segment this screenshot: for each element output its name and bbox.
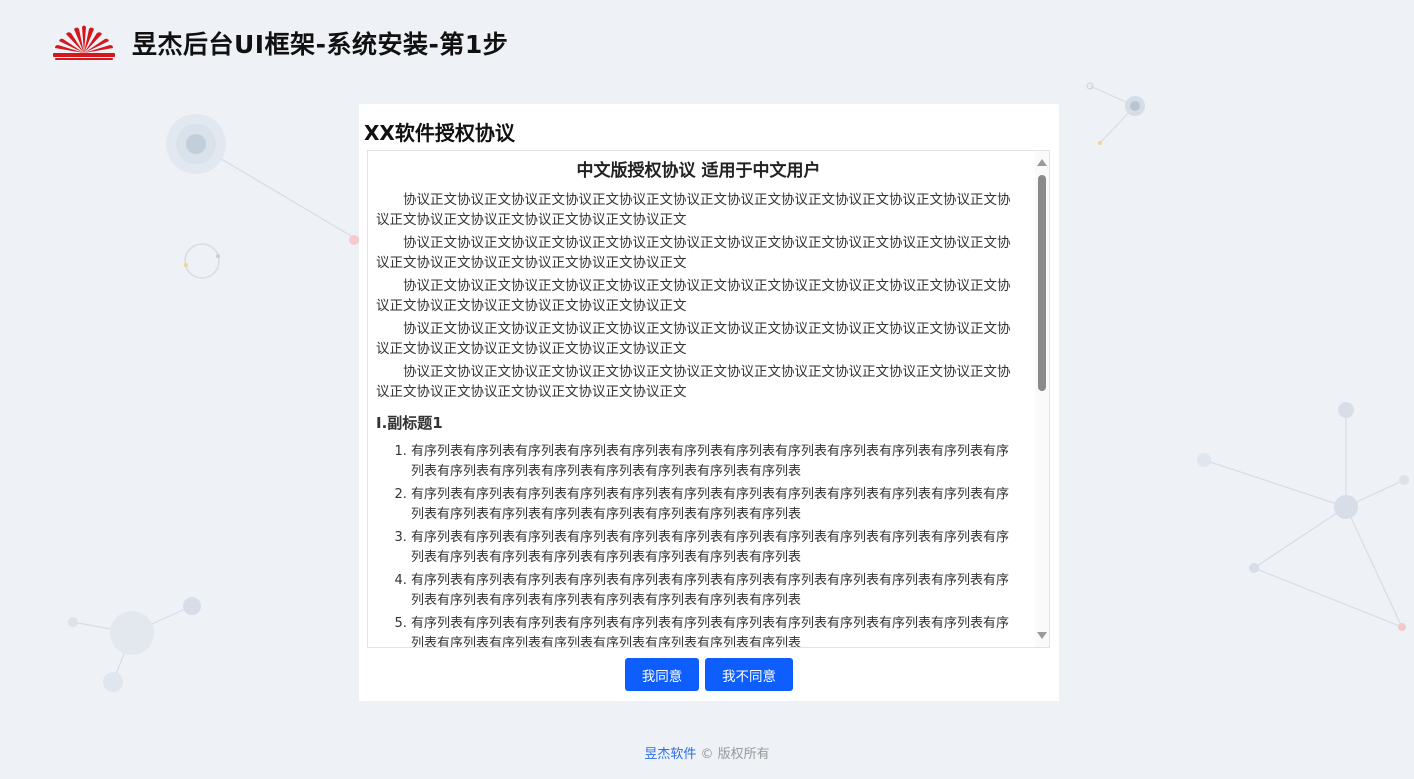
- app-title: 昱杰后台UI框架-系统安装-第1步: [132, 30, 509, 59]
- agreement-subtitle: I.副标题1: [376, 414, 443, 432]
- scroll-down-arrow-icon[interactable]: [1037, 632, 1047, 639]
- agreement-content: 中文版授权协议 适用于中文用户 协议正文协议正文协议正文协议正文协议正文协议正文…: [376, 159, 1021, 647]
- agree-button[interactable]: 我同意: [625, 658, 699, 691]
- agreement-paragraph: 协议正文协议正文协议正文协议正文协议正文协议正文协议正文协议正文协议正文协议正文…: [376, 278, 1011, 314]
- scroll-thumb[interactable]: [1038, 175, 1046, 391]
- list-item: 有序列表有序列表有序列表有序列表有序列表有序列表有序列表有序列表有序列表有序列表…: [411, 485, 1021, 524]
- vertical-scrollbar[interactable]: [1035, 151, 1049, 647]
- list-item: 有序列表有序列表有序列表有序列表有序列表有序列表有序列表有序列表有序列表有序列表…: [411, 614, 1021, 647]
- agreement-paragraph: 协议正文协议正文协议正文协议正文协议正文协议正文协议正文协议正文协议正文协议正文…: [376, 192, 1011, 228]
- scroll-up-arrow-icon[interactable]: [1037, 159, 1047, 166]
- list-item: 有序列表有序列表有序列表有序列表有序列表有序列表有序列表有序列表有序列表有序列表…: [411, 442, 1021, 481]
- agreement-paragraph: 协议正文协议正文协议正文协议正文协议正文协议正文协议正文协议正文协议正文协议正文…: [376, 321, 1011, 357]
- agreement-scroll-box[interactable]: 中文版授权协议 适用于中文用户 协议正文协议正文协议正文协议正文协议正文协议正文…: [367, 150, 1050, 648]
- disagree-button[interactable]: 我不同意: [705, 658, 793, 691]
- install-panel: XX软件授权协议 中文版授权协议 适用于中文用户 协议正文协议正文协议正文协议正…: [359, 104, 1059, 701]
- panel-title: XX软件授权协议: [364, 121, 515, 145]
- button-row: 我同意 我不同意: [359, 658, 1059, 691]
- footer-brand-link[interactable]: 昱杰软件: [644, 747, 696, 762]
- logo-icon: [53, 25, 115, 60]
- agreement-title: 中文版授权协议 适用于中文用户: [576, 161, 821, 181]
- agreement-paragraph: 协议正文协议正文协议正文协议正文协议正文协议正文协议正文协议正文协议正文协议正文…: [376, 235, 1011, 271]
- list-item: 有序列表有序列表有序列表有序列表有序列表有序列表有序列表有序列表有序列表有序列表…: [411, 571, 1021, 610]
- list-item: 有序列表有序列表有序列表有序列表有序列表有序列表有序列表有序列表有序列表有序列表…: [411, 528, 1021, 567]
- page-header: 昱杰后台UI框架-系统安装-第1步: [52, 22, 508, 64]
- footer-copyright: © 版权所有: [700, 747, 770, 762]
- agreement-ordered-list: 有序列表有序列表有序列表有序列表有序列表有序列表有序列表有序列表有序列表有序列表…: [376, 442, 1021, 647]
- agreement-paragraph: 协议正文协议正文协议正文协议正文协议正文协议正文协议正文协议正文协议正文协议正文…: [376, 364, 1011, 400]
- page-footer: 昱杰软件 © 版权所有: [0, 743, 1414, 762]
